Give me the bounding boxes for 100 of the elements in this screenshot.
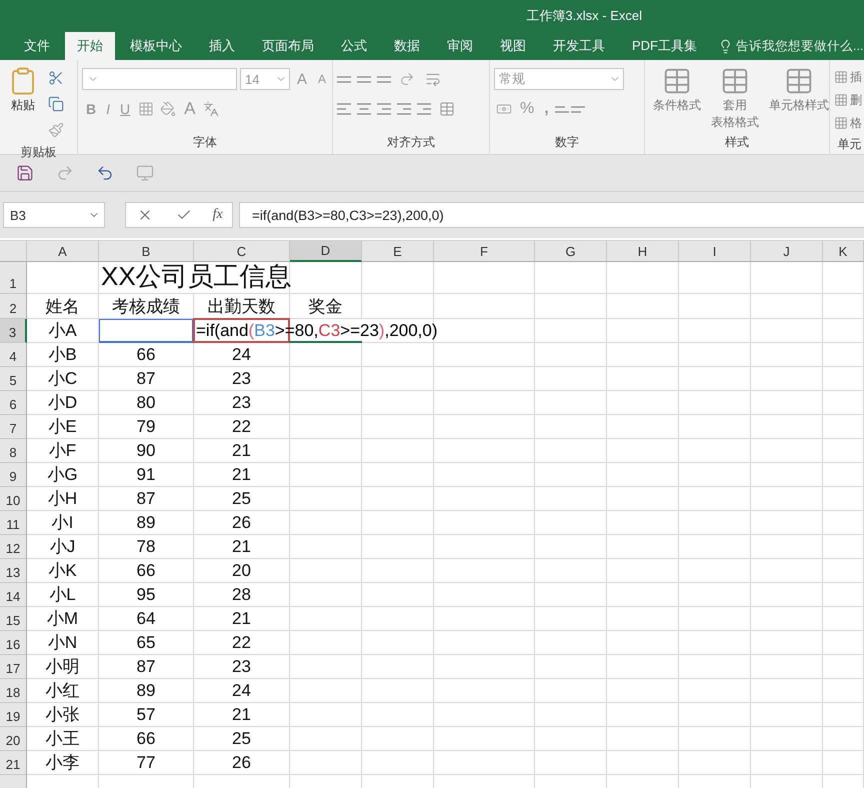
sheet-cell	[751, 439, 823, 463]
row-header[interactable]: 11	[0, 511, 27, 535]
column-header[interactable]: F	[434, 241, 535, 262]
column-header[interactable]: I	[679, 241, 751, 262]
table-icon	[662, 66, 692, 96]
row-header[interactable]: 15	[0, 607, 27, 631]
sheet-cell	[679, 583, 751, 607]
ribbon-tab[interactable]: 文件	[12, 32, 62, 60]
row-header[interactable]: 19	[0, 703, 27, 727]
cells-label[interactable]: 删	[850, 92, 862, 108]
sheet-cell	[535, 294, 607, 319]
column-header[interactable]: D	[290, 241, 362, 262]
row-header[interactable]: 4	[0, 343, 27, 367]
group-label: 字体	[192, 134, 218, 151]
sheet-cell	[607, 262, 679, 294]
ribbon-tab[interactable]: 插入	[197, 32, 247, 60]
tell-me-text[interactable]: 告诉我您想要做什么...	[736, 38, 864, 54]
sheet-cell	[535, 703, 607, 727]
sheet-cell	[535, 607, 607, 631]
row-header[interactable]: 14	[0, 583, 27, 607]
row-header[interactable]: 18	[0, 679, 27, 703]
column-header[interactable]: J	[751, 241, 823, 262]
row-header[interactable]: 16	[0, 631, 27, 655]
sheet-cell	[535, 391, 607, 415]
select-all-corner[interactable]	[0, 241, 27, 262]
row-header[interactable]: 9	[0, 463, 27, 487]
cell-text: 28	[232, 585, 251, 605]
sheet-cell	[535, 319, 607, 343]
sheet-cell	[607, 607, 679, 631]
paint-bucket-icon	[160, 101, 176, 117]
sheet-cell	[679, 703, 751, 727]
row-header[interactable]: 2	[0, 294, 27, 319]
group-label: 数字	[554, 134, 580, 151]
sheet-cell	[607, 511, 679, 535]
cells-label[interactable]: 插	[850, 68, 862, 86]
ribbon-tab[interactable]: 模板中心	[118, 32, 194, 60]
sheet-cell	[679, 391, 751, 415]
row-header[interactable]: 8	[0, 439, 27, 463]
ribbon-tab[interactable]: 数据	[382, 32, 432, 60]
font-name-field[interactable]	[82, 68, 237, 90]
ribbon-tab[interactable]: 公式	[329, 32, 379, 60]
cell-text: 80	[136, 393, 156, 413]
row-header[interactable]: 17	[0, 655, 27, 679]
paste-button[interactable]: 粘贴	[4, 66, 42, 142]
sheet-cell	[679, 607, 751, 631]
cell-text: 小王	[46, 729, 80, 749]
formula-field[interactable]: =if(and(B3>=80,C3>=23),200,0)	[239, 202, 864, 228]
table-icon	[720, 66, 750, 96]
row-header[interactable]: 3	[0, 319, 27, 343]
group-label: 单元	[836, 136, 862, 153]
row-header[interactable]: 10	[0, 487, 27, 511]
cell-text: 91	[136, 465, 156, 485]
bottom-align-icon	[377, 76, 391, 82]
sheet-cell	[362, 511, 434, 535]
ribbon-tab[interactable]: 开发工具	[541, 32, 617, 60]
ribbon-tab[interactable]: 审阅	[435, 32, 485, 60]
sheet-cell	[607, 439, 679, 463]
cell-text: 奖金	[308, 297, 342, 317]
sheet-cell	[679, 463, 751, 487]
column-header[interactable]: K	[823, 241, 864, 262]
sheet-cell	[535, 343, 607, 367]
style-button[interactable]: 单元格样式	[765, 66, 833, 132]
column-header[interactable]: E	[362, 241, 434, 262]
ribbon-tab[interactable]: 开始	[65, 32, 115, 60]
row-header[interactable]: 12	[0, 535, 27, 559]
row-header[interactable]: 7	[0, 415, 27, 439]
column-header[interactable]: C	[194, 241, 290, 262]
column-header[interactable]: G	[535, 241, 607, 262]
sheet-cell	[679, 631, 751, 655]
sheet-cell	[751, 367, 823, 391]
ribbon-tab[interactable]: 视图	[488, 32, 538, 60]
row-header[interactable]: 21	[0, 751, 27, 775]
sheet-cell	[535, 727, 607, 751]
column-header[interactable]: H	[607, 241, 679, 262]
ribbon-tab[interactable]: 页面布局	[250, 32, 326, 60]
cell-text: 22	[232, 633, 251, 653]
column-header[interactable]: B	[99, 241, 194, 262]
sheet-cell	[607, 463, 679, 487]
sheet-cell	[362, 607, 434, 631]
cell-text: 20	[232, 561, 251, 581]
row-header[interactable]: 5	[0, 367, 27, 391]
ribbon-tab[interactable]: PDF工具集	[620, 32, 709, 60]
sheet-cell	[607, 703, 679, 727]
style-button[interactable]: 套用 表格格式	[707, 66, 763, 132]
insert-function-button[interactable]: fx	[212, 207, 223, 223]
sheet-cell	[362, 367, 434, 391]
group-label: 样式	[724, 134, 750, 151]
name-box[interactable]: B3	[3, 202, 105, 228]
row-header[interactable]: 6	[0, 391, 27, 415]
sheet-cell	[751, 703, 823, 727]
sheet-cell	[751, 262, 823, 294]
sheet-cell	[362, 439, 434, 463]
sheet-cell	[607, 487, 679, 511]
cell-text: 22	[232, 417, 251, 437]
row-header[interactable]: 13	[0, 559, 27, 583]
cells-label[interactable]: 格	[850, 114, 862, 132]
column-header[interactable]: A	[27, 241, 99, 262]
style-button[interactable]: 条件格式	[649, 66, 705, 132]
row-header[interactable]: 1	[0, 262, 27, 294]
row-header[interactable]: 20	[0, 727, 27, 751]
